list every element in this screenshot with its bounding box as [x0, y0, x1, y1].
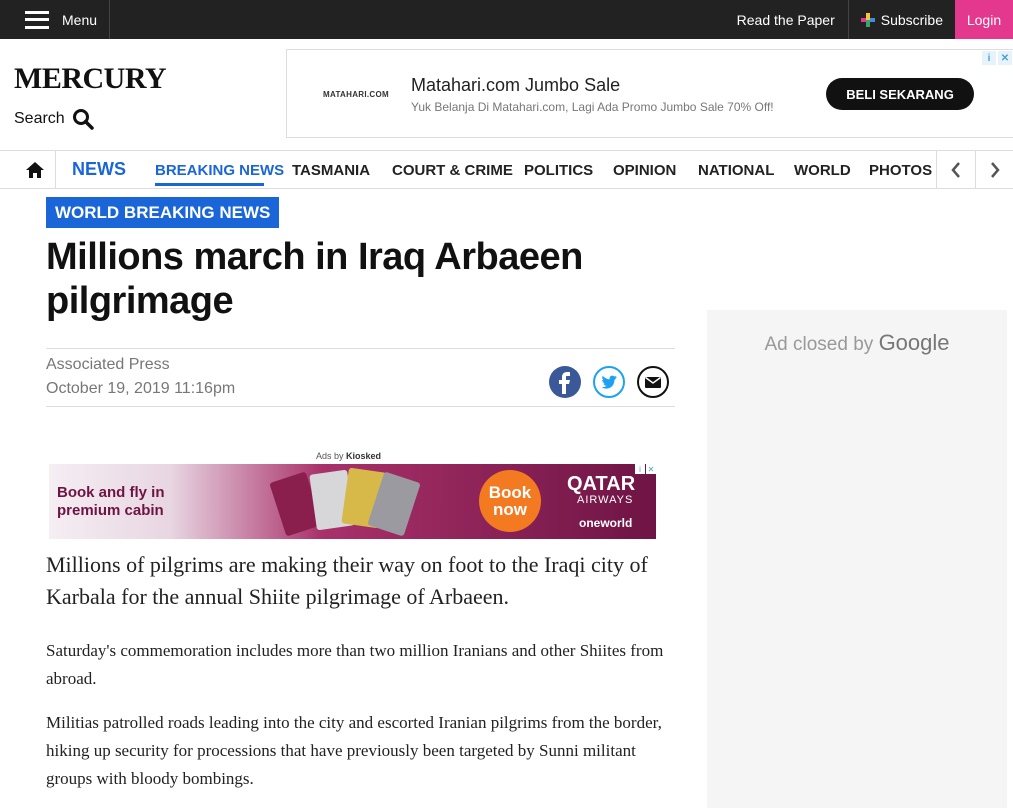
ad-close-icon[interactable]: ✕: [646, 464, 656, 474]
airline-logo: QATAR: [567, 473, 636, 495]
search-icon: [72, 109, 94, 130]
ads-by-brand: Kiosked: [346, 451, 382, 461]
nav-item-photos[interactable]: PHOTOS: [869, 162, 932, 179]
nav-item-national[interactable]: NATIONAL: [698, 162, 774, 179]
subscribe-link[interactable]: Subscribe: [849, 0, 955, 39]
category-badge[interactable]: WORLD BREAKING NEWS: [46, 197, 280, 228]
section-nav: NEWS BREAKING NEWS TASMANIA COURT & CRIM…: [0, 150, 1013, 189]
nav-prev-button[interactable]: [936, 151, 974, 188]
airline-logo-sub: AIRWAYS: [577, 494, 634, 506]
email-share-button[interactable]: [637, 366, 669, 398]
ad-brand-logo: MATAHARI.COM: [323, 90, 389, 99]
home-button[interactable]: [14, 151, 56, 188]
article-paragraph: Militias patrolled roads leading into th…: [46, 713, 662, 788]
chevron-right-icon: [990, 161, 1000, 178]
nav-active-indicator: [155, 183, 264, 186]
subscribe-label: Subscribe: [880, 11, 943, 28]
ad-title: Matahari.com Jumbo Sale: [411, 75, 621, 95]
article-author: Associated Press: [46, 356, 170, 373]
nav-section-news[interactable]: NEWS: [72, 159, 126, 180]
nav-item-breaking-news[interactable]: BREAKING NEWS: [155, 162, 284, 179]
nav-item-tasmania[interactable]: TASMANIA: [292, 162, 370, 179]
article-date: October 19, 2019 11:16pm: [46, 380, 236, 397]
email-icon: [637, 366, 669, 398]
ad-close-icon[interactable]: ✕: [998, 51, 1012, 65]
top-right-links: Read the Paper Subscribe Login: [737, 0, 1013, 39]
ad-info-icon[interactable]: i: [982, 51, 996, 65]
google-logo: Google: [878, 330, 950, 355]
search-button[interactable]: Search: [14, 108, 94, 130]
ad-closed-label: Ad closed by: [764, 334, 874, 355]
ads-by-label: Ads by Kiosked: [316, 451, 381, 461]
article-meta: Associated Press October 19, 2019 11:16p…: [46, 348, 675, 407]
ad-closed-notice: Ad closed by Google: [707, 330, 1007, 356]
facebook-icon: [549, 366, 581, 398]
search-label: Search: [14, 110, 65, 127]
ad-subtitle: Yuk Belanja Di Matahari.com, Lagi Ada Pr…: [411, 100, 774, 114]
chevron-left-icon: [950, 161, 960, 178]
top-bar: Menu Read the Paper Subscribe Login: [0, 0, 1013, 39]
article-headline: Millions march in Iraq Arbaeen pilgrimag…: [46, 236, 583, 322]
hamburger-icon: [25, 10, 49, 29]
nav-item-opinion[interactable]: OPINION: [613, 162, 676, 179]
home-icon: [25, 161, 44, 178]
nav-item-world[interactable]: WORLD: [794, 162, 851, 179]
login-button[interactable]: Login: [955, 0, 1013, 39]
facebook-share-button[interactable]: [549, 366, 581, 398]
read-the-paper-link[interactable]: Read the Paper: [737, 0, 849, 39]
nav-item-politics[interactable]: POLITICS: [524, 162, 593, 179]
alliance-logo: oneworld: [579, 516, 633, 530]
menu-button[interactable]: Menu: [0, 0, 110, 39]
site-logo[interactable]: MERCURY: [14, 62, 167, 96]
inline-ad-banner[interactable]: Book and fly in premium cabin Book now Q…: [49, 464, 656, 539]
book-now-badge[interactable]: Book now: [479, 470, 541, 532]
inline-ad-choices[interactable]: i ✕: [635, 464, 656, 474]
nav-next-button[interactable]: [975, 151, 1013, 188]
twitter-icon: [593, 366, 625, 398]
twitter-share-button[interactable]: [593, 366, 625, 398]
menu-label: Menu: [62, 11, 98, 28]
ad-info-icon[interactable]: i: [635, 464, 645, 474]
share-buttons: [549, 366, 669, 398]
side-ad-slot: Ad closed by Google: [707, 310, 1007, 808]
plus-icon: [860, 12, 875, 27]
ad-choices[interactable]: i ✕: [982, 51, 1012, 65]
nav-item-court-crime[interactable]: COURT & CRIME: [392, 162, 513, 179]
article-lede: Millions of pilgrims are making their wa…: [46, 552, 648, 609]
inline-ad-tagline: Book and fly in premium cabin: [57, 484, 165, 519]
ads-by-prefix: Ads by: [316, 451, 344, 461]
ad-cta-button[interactable]: BELI SEKARANG: [826, 78, 974, 110]
article-paragraph: Saturday's commemoration includes more t…: [46, 641, 664, 688]
top-ad-banner[interactable]: MATAHARI.COM Matahari.com Jumbo Sale Yuk…: [286, 49, 1013, 138]
